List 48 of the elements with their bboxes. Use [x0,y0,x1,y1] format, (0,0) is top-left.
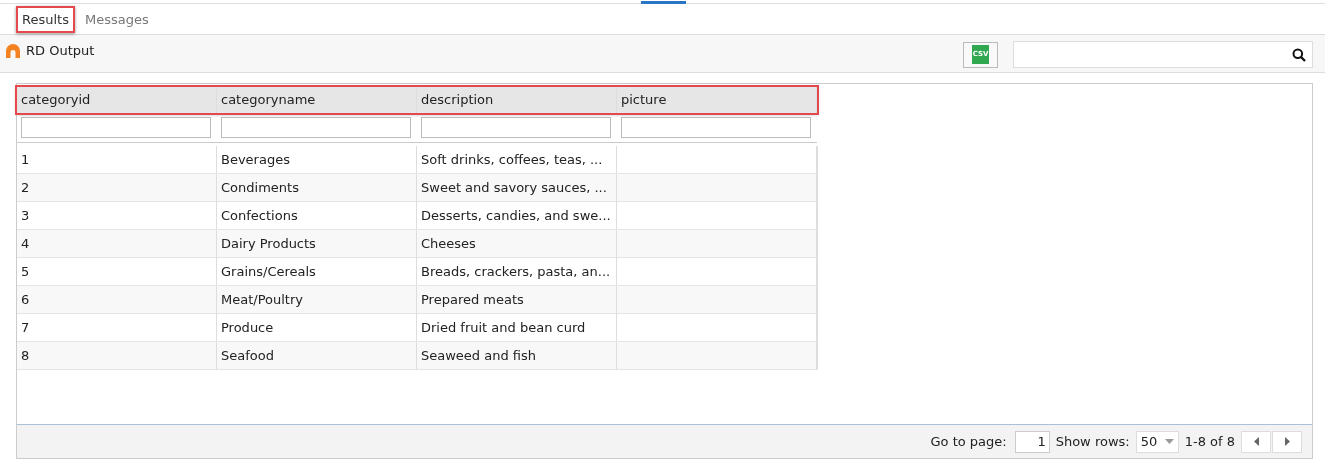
node-icon [5,42,21,59]
previous-page-button[interactable] [1241,430,1271,453]
table-cell-text: Grains/Cereals [221,262,316,281]
table-cell-text: Sweet and savory sauces, ... [421,178,607,197]
left-arrow-icon [1253,437,1259,446]
column-header[interactable]: picture [617,87,817,113]
table-cell-text: 4 [21,234,30,253]
search-field[interactable] [1013,41,1313,68]
table-cell-text: 3 [21,206,30,225]
right-arrow-icon [1284,437,1290,446]
tab[interactable]: Results [16,5,75,33]
table-cell-text: 7 [21,318,30,337]
table-cell-text: Seafood [221,346,274,365]
row-range-text: 1-8 of 8 [1184,432,1235,451]
next-page-button[interactable] [1272,430,1302,453]
search-icon [1292,47,1306,62]
table-cell-text: 1 [21,150,30,169]
table-cell-text: Confections [221,206,298,225]
caret-icon [1164,439,1174,444]
goto-page-label: Go to page: [930,432,1007,451]
filter-field[interactable] [21,117,211,138]
column-header[interactable]: categoryname [217,87,417,113]
table-cell-text: Breads, crackers, pasta, an... [421,262,611,281]
table-cell-text: Beverages [221,150,290,169]
table-cell-text: Meat/Poultry [221,290,303,309]
table-cell-text: Cheeses [421,234,476,253]
page-number-field[interactable]: 1 [1014,430,1050,453]
table-cell-text: Produce [221,318,274,337]
column-header[interactable]: categoryid [17,87,217,113]
table-cell-text: 5 [21,262,30,281]
table-cell-text: Dairy Products [221,234,316,253]
table-cell-text: Seaweed and fish [421,346,537,365]
output-title: RD Output [26,42,95,60]
table-cell-text: 2 [21,178,30,197]
filter-field[interactable] [621,117,811,138]
table-cell-text: Prepared meats [421,290,524,309]
table-cell-text: Dried fruit and bean curd [421,318,586,337]
filter-field[interactable] [221,117,411,138]
show-rows-label: Show rows: [1055,432,1130,451]
tab[interactable]: Messages [78,5,155,33]
filter-field[interactable] [421,117,611,138]
column-header[interactable]: description [417,87,617,113]
table-cell-text: 8 [21,346,30,365]
table-cell-text: Desserts, candies, and swe... [421,206,611,225]
table-cell-text: Condiments [221,178,299,197]
table-cell-text: Soft drinks, coffees, teas, ... [421,150,603,169]
rows-per-page-dropdown[interactable]: 50 [1135,430,1179,453]
table-cell-text: 6 [21,290,30,309]
